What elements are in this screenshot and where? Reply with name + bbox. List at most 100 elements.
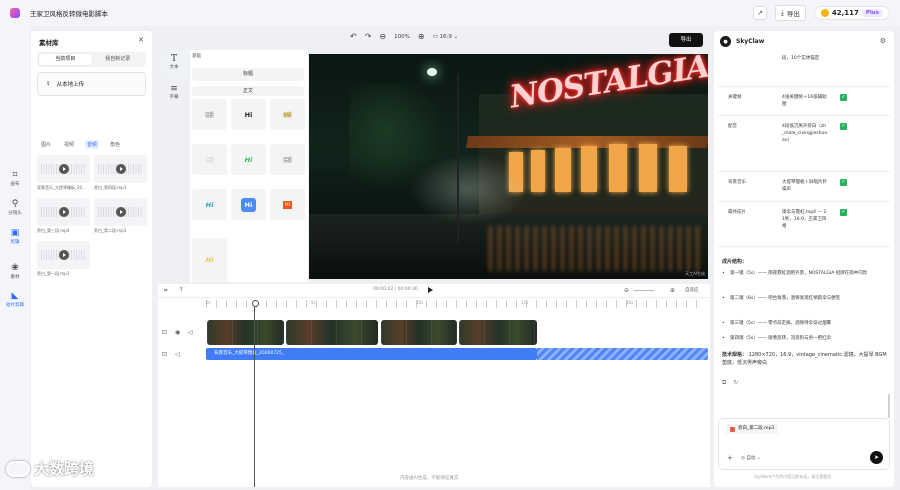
top-export-button[interactable]: ⤓ 导出 (775, 5, 806, 21)
category-characters[interactable]: 角色 (108, 140, 122, 149)
video-clip[interactable] (286, 320, 378, 345)
video-clip[interactable] (207, 320, 284, 345)
zoom-in-icon[interactable]: ⊕ (670, 287, 675, 294)
send-button[interactable]: ➤ (870, 451, 883, 464)
playhead[interactable] (252, 300, 259, 487)
crop-icon: ⌗ (12, 170, 18, 180)
upload-button[interactable]: ⇪ 从本地上传 (37, 72, 146, 96)
add-body-button[interactable]: 正文 (192, 86, 304, 96)
table-value: 4段低沉男声旁白（zh_male_cixingjieshuoan） (782, 124, 828, 143)
split-icon[interactable]: ⌗ (164, 287, 167, 295)
chat-footer: SkyWork产生的内容可能有误，请注意甄别 (754, 474, 832, 479)
add-icon[interactable]: + (727, 454, 733, 462)
list-item: 第二镜（6s）—— 吧台角落，酒保发现红柄雨伞与便签 (722, 295, 886, 303)
audio-item[interactable]: 旁白_第四段.mp3 (94, 155, 147, 191)
credits-value: 42,117 (831, 9, 859, 17)
video-clip[interactable] (381, 320, 457, 345)
chat-panel: ● SkyClaw ⚙ 段，10个实体锚定 关键帧 4张关键帧＋16张辅助图 ✓… (714, 31, 894, 487)
chat-scrollbar[interactable] (888, 394, 890, 418)
volume-icon[interactable]: ◁ (175, 351, 180, 358)
text-preset[interactable]: Hi (231, 99, 266, 130)
volume-icon[interactable]: ◁ (188, 329, 193, 336)
play-icon[interactable] (58, 207, 69, 217)
redo-icon[interactable]: ↷ (365, 32, 372, 41)
fit-button[interactable]: 自适应 (685, 287, 699, 293)
table-key: 配音 (728, 124, 737, 129)
tool-text[interactable]: T 文本 (160, 50, 188, 80)
tab-my-records[interactable]: 我自制记录 (92, 54, 145, 65)
play-icon[interactable] (115, 207, 126, 217)
table-key: 背景音乐 (728, 180, 746, 185)
message-actions: ⧉ ↻ (722, 379, 738, 387)
audio-thumb (94, 155, 147, 183)
table-key: 最终成片 (728, 210, 746, 215)
audio-thumb (94, 198, 147, 226)
structure-title: 成片结构： (722, 259, 748, 265)
text-preset[interactable]: Hi (192, 144, 227, 175)
audio-clip-label: 背景音乐_大提琴慢板_20260725_ (214, 351, 285, 356)
check-icon: ✓ (840, 209, 847, 216)
chat-input[interactable]: 旁白_第二段.mp3 + ◎ 自动 ⌄ ➤ (718, 418, 890, 470)
audio-item[interactable]: 旁白_第三段.mp4 (37, 198, 90, 234)
text-preset[interactable]: Hi (270, 99, 305, 130)
timeline-zoom-slider[interactable] (634, 290, 654, 291)
text-panel-heading: 基础 (192, 54, 201, 59)
refresh-icon[interactable]: ↻ (733, 379, 738, 387)
rail-assets[interactable]: ❀ 素材 (2, 263, 28, 280)
audio-clip[interactable]: 背景音乐_大提琴慢板_20260725_ (206, 348, 537, 360)
text-preset[interactable]: Hi (270, 189, 305, 220)
watermark-ring-icon (6, 460, 30, 477)
ratio-select[interactable]: ▭ 16:9 ⌄ (433, 34, 459, 40)
audio-item[interactable]: 旁白_第一段.mp3 (37, 241, 90, 277)
audio-clip-overflow (537, 348, 708, 360)
category-audio[interactable]: 音频 (85, 140, 100, 149)
text-preset[interactable]: Hi (270, 144, 305, 175)
export-button[interactable]: 导出 (669, 33, 703, 47)
rail-storyboard-label: 分镜头 (8, 211, 22, 216)
tool-text-label: 文本 (169, 65, 179, 70)
play-icon[interactable] (115, 164, 126, 174)
delete-icon[interactable]: ⤒ (180, 287, 183, 295)
text-preset[interactable]: Hi (231, 144, 266, 175)
project-title[interactable]: 王家卫风格反转微电影脚本 (30, 8, 108, 18)
tab-current-project[interactable]: 当前项目 (39, 54, 92, 65)
audio-item[interactable]: 旁白_第二段.mp3 (94, 198, 147, 234)
ruler-label: 10s (416, 300, 424, 305)
copy-icon[interactable]: ⧉ (722, 379, 726, 387)
rail-canvas[interactable]: ⌗ 画布 (2, 170, 28, 187)
watermark-logo: 大数跨境 (6, 458, 94, 479)
category-videos[interactable]: 视频 (62, 140, 76, 149)
share-icon[interactable]: ↗ (753, 6, 767, 20)
lock-icon[interactable]: ⊡ (162, 329, 167, 336)
mode-select[interactable]: ◎ 自动 ⌄ (741, 455, 761, 461)
video-preview[interactable]: NOSTALGIA 天工AI生成 (309, 54, 708, 279)
table-key: 关键帧 (728, 95, 742, 100)
audio-item[interactable]: 背景音乐_大提琴慢板_20... (37, 155, 90, 191)
tool-subtitle[interactable]: ≡ 字幕 (160, 80, 188, 110)
rail-edit[interactable]: ▣ 剪辑 (2, 228, 28, 245)
text-preset[interactable]: Hi (231, 189, 266, 220)
play-icon[interactable] (428, 287, 433, 293)
eye-icon[interactable]: ◉ (175, 329, 180, 336)
play-icon[interactable] (58, 164, 69, 174)
undo-icon[interactable]: ↶ (350, 32, 357, 41)
close-icon[interactable]: ✕ (138, 36, 144, 44)
rail-storyboard[interactable]: ⚲ 分镜头 (2, 199, 28, 216)
add-title-button[interactable]: 标题 (192, 68, 304, 81)
settings-icon[interactable]: ⚙ (880, 37, 886, 45)
ruler-label: 0s (206, 300, 211, 305)
zoom-out-icon[interactable]: ⊖ (624, 287, 629, 294)
lock-icon[interactable]: ⊡ (162, 351, 167, 358)
category-images[interactable]: 图片 (39, 140, 53, 149)
text-preset[interactable]: Hi (192, 189, 227, 220)
table-value: 4张关键帧＋16张辅助图 (782, 95, 827, 107)
play-icon[interactable] (58, 250, 69, 260)
credits-badge[interactable]: 42,117 Plus (813, 6, 890, 20)
zoom-out-icon[interactable]: ⊖ (379, 32, 386, 41)
attachment-chip[interactable]: 旁白_第二段.mp3 (726, 424, 779, 434)
text-preset[interactable]: Hi (192, 238, 227, 282)
video-clip[interactable] (459, 320, 537, 345)
text-preset[interactable]: Hi (192, 99, 227, 130)
rail-short-edit[interactable]: ◣ 短片剪辑 (2, 291, 28, 308)
zoom-in-icon[interactable]: ⊕ (418, 32, 425, 41)
